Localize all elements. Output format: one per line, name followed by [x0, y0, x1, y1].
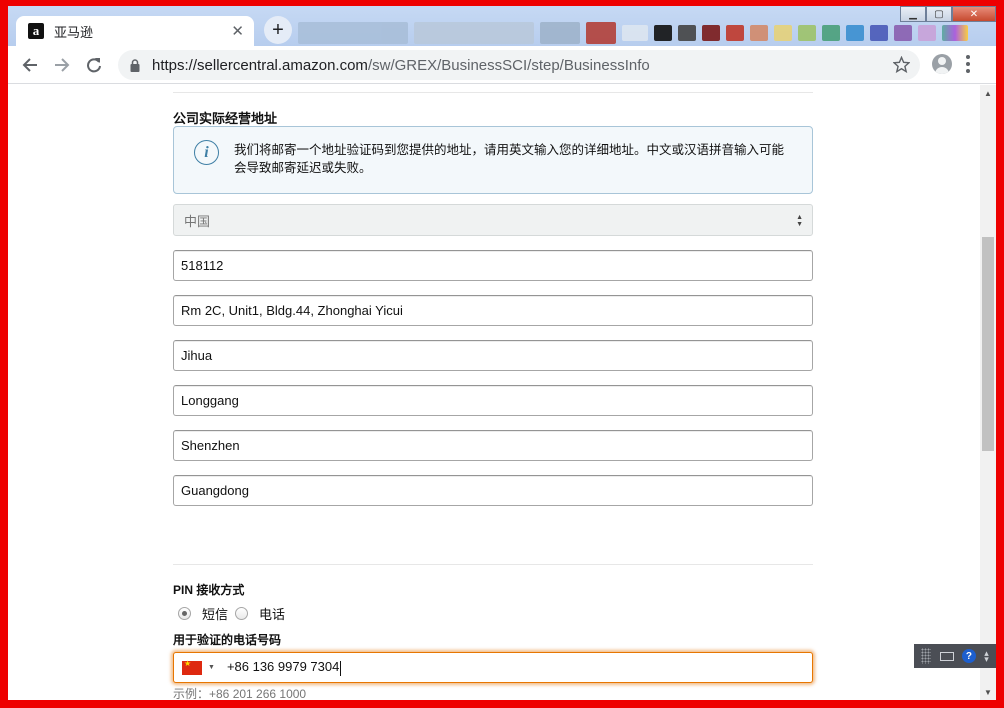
china-flag-icon[interactable]: [182, 659, 202, 675]
call-label: 电话: [259, 607, 286, 622]
info-text: 我们将邮寄一个地址验证码到您提供的地址，请用英文输入您的详细地址。中文或汉语拼音…: [234, 143, 785, 175]
maximize-button[interactable]: ▢: [926, 6, 952, 22]
pin-method-radio-group: 短信 电话: [178, 604, 285, 623]
more-icon[interactable]: ▴ ▾: [984, 649, 989, 664]
tab-amazon[interactable]: a 亚马逊 ✕: [16, 16, 254, 46]
scroll-down-icon[interactable]: ▼: [980, 684, 996, 700]
phone-input[interactable]: ▼ +86 136 9979 7304: [173, 652, 813, 683]
phone-hint: 示例：+86 201 266 1000: [173, 687, 307, 700]
tab-strip: a 亚马逊 ✕ + ▁ ▢ ✕: [8, 6, 996, 46]
page-content: 公司实际经营地址 i 我们将邮寄一个地址验证码到您提供的地址，请用英文输入您的详…: [8, 85, 980, 700]
star-icon[interactable]: [893, 56, 910, 73]
ime-toolbar: ? ▴ ▾: [914, 644, 996, 668]
minimize-button[interactable]: ▁: [900, 6, 926, 22]
window-controls: ▁ ▢ ✕: [900, 6, 996, 22]
plus-icon[interactable]: +: [264, 16, 292, 44]
district-field[interactable]: Jihua: [173, 340, 813, 371]
pin-section-title: PIN 接收方式: [173, 583, 245, 597]
grip-icon[interactable]: [921, 648, 932, 664]
window-close-button[interactable]: ✕: [952, 6, 996, 22]
tab-title: 亚马逊: [54, 24, 94, 40]
phone-label: 用于验证的电话号码: [173, 633, 282, 647]
reload-icon[interactable]: [78, 49, 110, 81]
back-arrow-icon[interactable]: [14, 49, 46, 81]
country-select[interactable]: 中国 ▲ ▼: [173, 204, 813, 236]
close-icon[interactable]: ✕: [231, 24, 244, 39]
city-field[interactable]: Shenzhen: [173, 430, 813, 461]
country-value: 中国: [184, 213, 211, 229]
profile-icon[interactable]: [932, 54, 952, 74]
address-section-title: 公司实际经营地址: [173, 111, 278, 126]
sms-radio[interactable]: [178, 607, 191, 620]
postal-code-field[interactable]: 518112: [173, 250, 813, 281]
chevron-down-icon[interactable]: ▼: [208, 664, 215, 671]
help-icon[interactable]: ?: [961, 649, 976, 663]
desktop-background: [298, 20, 996, 46]
menu-icon[interactable]: [966, 55, 970, 73]
info-icon: i: [194, 140, 219, 165]
call-radio[interactable]: [235, 607, 249, 620]
address-bar[interactable]: https://sellercentral.amazon.com/sw/GREX…: [118, 50, 920, 80]
browser-window: a 亚马逊 ✕ + ▁ ▢ ✕ https://sellercentral.am…: [8, 6, 996, 700]
divider: [173, 92, 813, 93]
scrollbar[interactable]: ▲ ▼: [980, 85, 996, 700]
sms-label: 短信: [202, 607, 229, 622]
province-field[interactable]: Guangdong: [173, 475, 813, 506]
select-arrow-icon: ▲ ▼: [796, 214, 803, 228]
info-box: i 我们将邮寄一个地址验证码到您提供的地址，请用英文输入您的详细地址。中文或汉语…: [173, 126, 813, 194]
keyboard-icon[interactable]: [939, 651, 954, 661]
browser-toolbar: https://sellercentral.amazon.com/sw/GREX…: [8, 46, 996, 84]
area-field[interactable]: Longgang: [173, 385, 813, 416]
divider: [173, 564, 813, 565]
forward-arrow-icon[interactable]: [46, 49, 78, 81]
url-text: https://sellercentral.amazon.com/sw/GREX…: [152, 56, 650, 74]
amazon-favicon: a: [28, 23, 44, 39]
lock-icon: [130, 58, 140, 72]
phone-value: +86 136 9979 7304: [226, 659, 342, 676]
scroll-up-icon[interactable]: ▲: [980, 85, 996, 101]
scroll-thumb[interactable]: [982, 237, 994, 451]
address-line-field[interactable]: Rm 2C, Unit1, Bldg.44, Zhonghai Yicui: [173, 295, 813, 326]
